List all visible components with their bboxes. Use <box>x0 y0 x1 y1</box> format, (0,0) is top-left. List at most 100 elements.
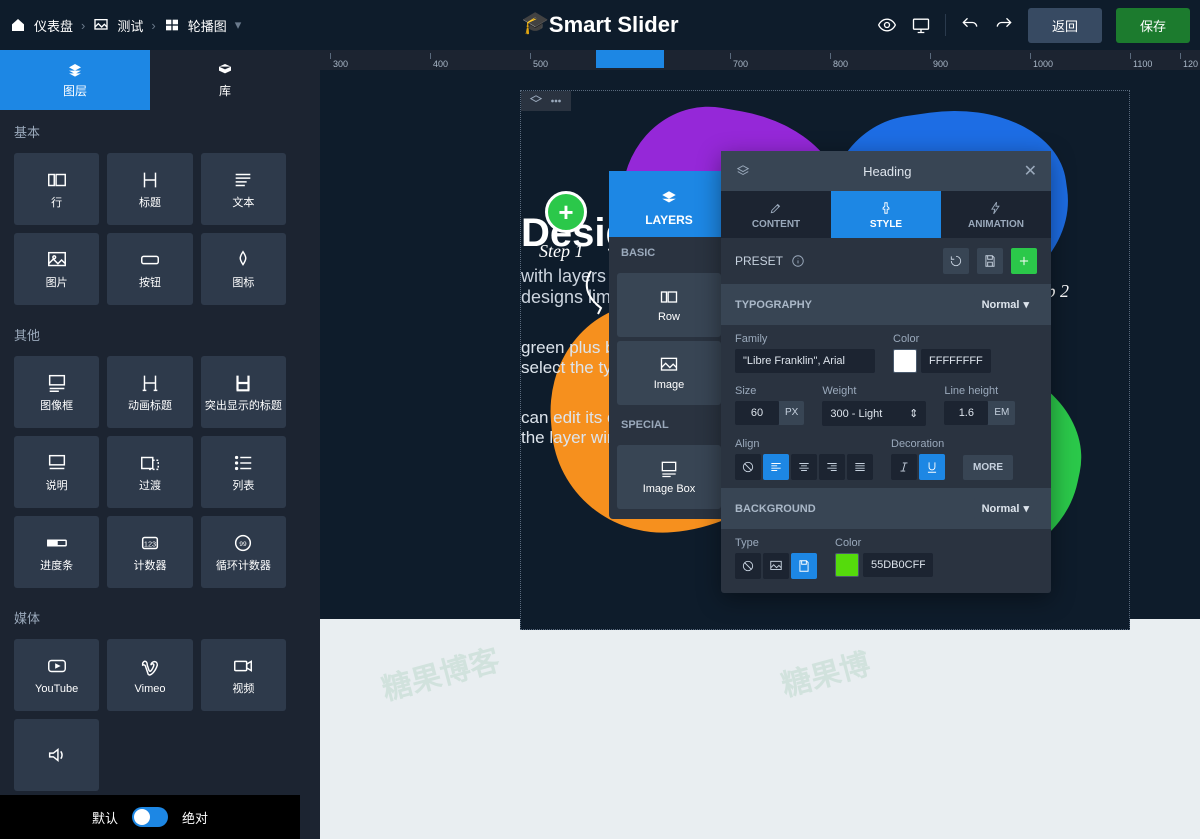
canvas[interactable]: 轮播图▾ Design with layers anddesigns limit… <box>320 70 1200 619</box>
family-input[interactable] <box>735 349 875 373</box>
item-transition[interactable]: 过渡 <box>107 436 192 508</box>
item-video[interactable]: 视频 <box>201 639 286 711</box>
breadcrumb-dashboard[interactable]: 仪表盘 <box>34 16 73 35</box>
info-icon[interactable] <box>791 254 805 268</box>
redo-icon[interactable] <box>994 15 1014 35</box>
chevron-right-icon: › <box>81 18 85 33</box>
ruler-vertical <box>300 70 320 839</box>
preset-label: PRESET <box>735 254 783 268</box>
svg-text:123: 123 <box>144 540 156 549</box>
weight-select[interactable]: 300 - Light⇕ <box>822 401 926 426</box>
lineheight-label: Line height <box>944 385 1015 397</box>
undo-icon[interactable] <box>960 15 980 35</box>
item-text[interactable]: 文本 <box>201 153 286 225</box>
position-toggle[interactable] <box>132 807 168 827</box>
align-justify-icon[interactable] <box>847 454 873 480</box>
preview-icon[interactable] <box>877 15 897 35</box>
item-row[interactable]: 行 <box>14 153 99 225</box>
weight-label: Weight <box>822 385 926 397</box>
slide[interactable]: 轮播图▾ Design with layers anddesigns limit… <box>520 90 1130 630</box>
color-label: Color <box>893 333 991 345</box>
size-input[interactable] <box>735 401 779 425</box>
italic-icon[interactable] <box>891 454 917 480</box>
popup-title: Heading <box>751 164 1024 179</box>
item-list[interactable]: 列表 <box>201 436 286 508</box>
device-icon[interactable] <box>911 15 931 35</box>
slides-icon <box>164 17 180 33</box>
layers-icon[interactable] <box>529 94 543 108</box>
layers-basic-section: BASIC <box>609 237 729 269</box>
svg-text:99: 99 <box>240 541 248 548</box>
bg-color-icon[interactable] <box>791 553 817 579</box>
tab-animation[interactable]: ANIMATION <box>941 191 1051 238</box>
bgcolor-input[interactable] <box>863 553 933 577</box>
item-audio[interactable] <box>14 719 99 791</box>
footer-default-label: 默认 <box>92 808 118 827</box>
topbar: 仪表盘 › 测试 › 轮播图 ▾ 🎓Smart Slider 返回 保存 <box>0 0 1200 50</box>
item-vimeo[interactable]: Vimeo <box>107 639 192 711</box>
item-animheading[interactable]: 动画标题 <box>107 356 192 428</box>
layer-item-row[interactable]: Row <box>617 273 721 337</box>
image-icon <box>93 17 109 33</box>
dropdown-icon[interactable]: ▾ <box>235 17 242 33</box>
align-right-icon[interactable] <box>819 454 845 480</box>
item-heading[interactable]: 标题 <box>107 153 192 225</box>
dots-icon[interactable] <box>549 94 563 108</box>
item-progress[interactable]: 进度条 <box>14 516 99 588</box>
save-button[interactable]: 保存 <box>1116 8 1190 43</box>
color-swatch[interactable] <box>893 349 917 373</box>
more-button[interactable]: MORE <box>963 455 1013 480</box>
item-icon[interactable]: 图标 <box>201 233 286 305</box>
ruler-horizontal: 300 400 500 600 700 800 900 1000 1100 12… <box>300 50 1200 70</box>
color-input[interactable] <box>921 349 991 373</box>
home-icon[interactable] <box>10 17 26 33</box>
item-circcounter[interactable]: 99循环计数器 <box>201 516 286 588</box>
background-state-select[interactable]: Normal ▾ <box>974 498 1037 519</box>
align-left-icon[interactable] <box>763 454 789 480</box>
breadcrumb-carousel[interactable]: 轮播图 <box>188 16 227 35</box>
breadcrumb-test[interactable]: 测试 <box>117 16 143 35</box>
save-preset-icon[interactable] <box>977 248 1003 274</box>
tab-style[interactable]: STYLE <box>831 191 941 238</box>
bg-none-icon[interactable] <box>735 553 761 579</box>
align-label: Align <box>735 438 873 450</box>
add-preset-button[interactable] <box>1011 248 1037 274</box>
add-layer-button[interactable]: + <box>545 191 587 233</box>
layers-icon[interactable] <box>735 164 751 178</box>
layers-panel-header[interactable]: LAYERS <box>609 171 729 237</box>
item-youtube[interactable]: YouTube <box>14 639 99 711</box>
item-image[interactable]: 图片 <box>14 233 99 305</box>
item-counter[interactable]: 123计数器 <box>107 516 192 588</box>
close-icon[interactable]: ✕ <box>1024 161 1037 181</box>
decoration-label: Decoration <box>891 438 945 450</box>
tab-content[interactable]: CONTENT <box>721 191 831 238</box>
main-area: 300 400 500 600 700 800 900 1000 1100 12… <box>300 50 1200 839</box>
layer-item-imagebox[interactable]: Image Box <box>617 445 721 509</box>
background-label: BACKGROUND <box>735 503 816 515</box>
item-imagebox[interactable]: 图像框 <box>14 356 99 428</box>
bg-image-icon[interactable] <box>763 553 789 579</box>
reset-icon[interactable] <box>943 248 969 274</box>
section-other: 其他 <box>0 313 300 356</box>
size-label: Size <box>735 385 804 397</box>
underline-icon[interactable] <box>919 454 945 480</box>
step1-label: Step 1 <box>539 241 584 262</box>
left-panel: 图层 库 基本 行 标题 文本 图片 按钮 图标 其他 图像框 动画标题 突出显… <box>0 50 300 839</box>
section-media: 媒体 <box>0 596 300 639</box>
tab-library[interactable]: 库 <box>150 50 300 110</box>
layers-special-section: SPECIAL <box>609 409 729 441</box>
bgcolor-swatch[interactable] <box>835 553 859 577</box>
item-desc[interactable]: 说明 <box>14 436 99 508</box>
bgcolor-label: Color <box>835 537 933 549</box>
tab-layers[interactable]: 图层 <box>0 50 150 110</box>
item-highlightheading[interactable]: 突出显示的标题 <box>201 356 286 428</box>
typography-state-select[interactable]: Normal ▾ <box>974 294 1037 315</box>
layer-item-image[interactable]: Image <box>617 341 721 405</box>
align-center-icon[interactable] <box>791 454 817 480</box>
chevron-right-icon: › <box>151 18 155 33</box>
item-button[interactable]: 按钮 <box>107 233 192 305</box>
align-none-icon[interactable] <box>735 454 761 480</box>
return-button[interactable]: 返回 <box>1028 8 1102 43</box>
lineheight-input[interactable] <box>944 401 988 425</box>
typography-label: TYPOGRAPHY <box>735 299 812 311</box>
